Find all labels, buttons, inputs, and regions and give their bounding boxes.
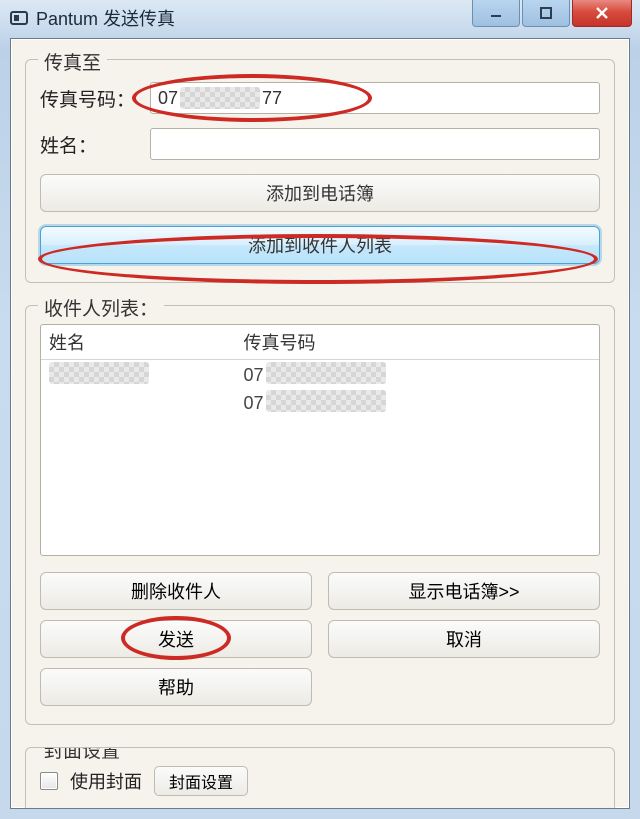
close-button[interactable] — [572, 0, 632, 27]
window-title: Pantum 发送传真 — [36, 5, 175, 31]
cancel-button[interactable]: 取消 — [328, 620, 600, 658]
recipient-fax-cell: 07 — [236, 360, 599, 388]
app-icon — [10, 9, 28, 27]
recipients-group: 收件人列表： 姓名 传真号码 07 — [25, 305, 615, 725]
show-phonebook-button[interactable]: 显示电话簿>> — [328, 572, 600, 610]
censored-name-icon — [49, 362, 149, 384]
minimize-button[interactable] — [472, 0, 520, 27]
delete-recipient-button[interactable]: 删除收件人 — [40, 572, 312, 610]
name-label: 姓名： — [40, 131, 150, 158]
fax-to-group: 传真至 传真号码： 07 77 姓名： — [25, 59, 615, 283]
recipient-name-cell — [41, 400, 236, 404]
use-cover-checkbox[interactable] — [40, 772, 58, 790]
column-header-fax[interactable]: 传真号码 — [236, 325, 599, 359]
recipient-list[interactable]: 姓名 传真号码 07 — [40, 324, 600, 556]
table-row[interactable]: 07 — [41, 360, 599, 388]
titlebar[interactable]: Pantum 发送传真 — [0, 0, 640, 36]
cover-page-legend: 封面设置 — [38, 747, 126, 763]
name-input[interactable] — [150, 128, 600, 160]
cover-settings-button[interactable]: 封面设置 — [154, 766, 248, 796]
help-button[interactable]: 帮助 — [40, 668, 312, 706]
fax-number-row: 传真号码： 07 77 — [40, 82, 600, 114]
window-controls — [470, 0, 632, 27]
name-row: 姓名： — [40, 128, 600, 160]
maximize-button[interactable] — [522, 0, 570, 27]
fax-to-legend: 传真至 — [38, 48, 107, 75]
recipient-list-body: 07 07 — [41, 360, 599, 555]
cover-page-group: 封面设置 使用封面 封面设置 — [25, 747, 615, 809]
fax-number-label: 传真号码： — [40, 85, 150, 112]
use-cover-label: 使用封面 — [70, 768, 142, 794]
send-button[interactable]: 发送 — [40, 620, 312, 658]
column-header-name[interactable]: 姓名 — [41, 325, 236, 359]
client-area: 传真至 传真号码： 07 77 姓名： — [10, 38, 630, 809]
recipient-fax-cell: 07 — [236, 388, 599, 416]
fax-number-input[interactable] — [150, 82, 600, 114]
table-row[interactable]: 07 — [41, 388, 599, 416]
add-to-phonebook-button[interactable]: 添加到电话簿 — [40, 174, 600, 212]
recipient-list-header: 姓名 传真号码 — [41, 325, 599, 360]
recipient-buttons: 删除收件人 显示电话簿>> 发送 取消 帮助 — [40, 572, 600, 706]
recipients-legend: 收件人列表： — [38, 294, 164, 321]
add-to-recipients-button[interactable]: 添加到收件人列表 — [40, 226, 600, 264]
app-window: Pantum 发送传真 传真至 传真号码： — [0, 0, 640, 819]
recipient-name-cell — [41, 360, 236, 388]
